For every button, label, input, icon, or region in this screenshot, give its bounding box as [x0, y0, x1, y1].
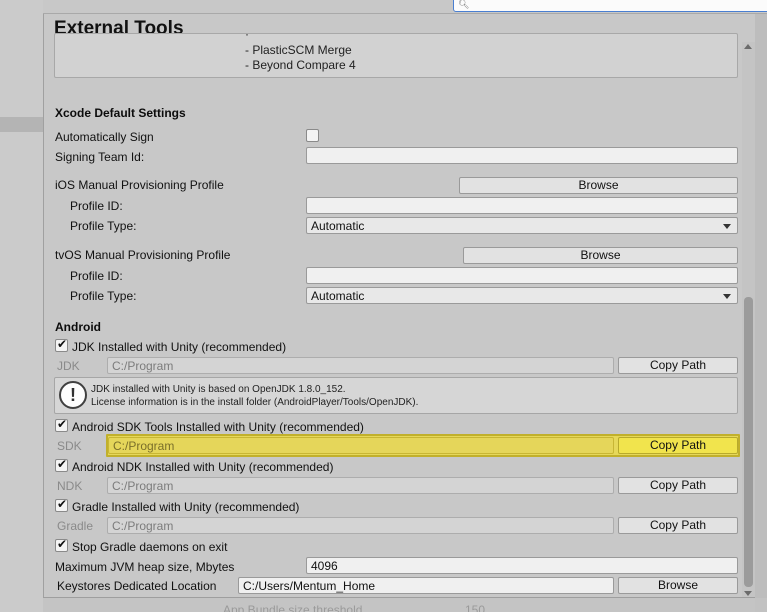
jdk-checkbox[interactable]: ✔: [55, 337, 68, 352]
tvos-profile-type-dropdown[interactable]: Automatic: [306, 287, 738, 304]
tvos-browse-button[interactable]: Browse: [463, 247, 738, 264]
selected-list-item[interactable]: [0, 117, 43, 132]
tvos-profile-type-value: Automatic: [311, 289, 365, 303]
team-id-label: Signing Team Id:: [55, 150, 145, 164]
keystore-label: Keystores Dedicated Location: [57, 579, 217, 593]
jvm-heap-label: Maximum JVM heap size, Mbytes: [55, 560, 235, 574]
android-section-header: Android: [55, 320, 101, 334]
search-input[interactable]: 🔍︎: [453, 0, 767, 12]
background-hint-label: App Bundle size threshold: [223, 603, 363, 612]
auto-sign-checkbox[interactable]: [306, 129, 319, 142]
jdk-field-label: JDK: [57, 359, 80, 373]
merge-tool-line: - PlasticSCM Merge: [245, 43, 352, 57]
ios-profile-label: iOS Manual Provisioning Profile: [55, 178, 224, 192]
xcode-section-header: Xcode Default Settings: [55, 106, 186, 120]
checkmark-icon: ✔: [57, 337, 68, 351]
ndk-copy-path-button[interactable]: Copy Path: [618, 477, 738, 494]
sdk-checkbox[interactable]: ✔: [55, 417, 68, 432]
left-panel: [0, 0, 43, 612]
keystore-browse-button[interactable]: Browse: [618, 577, 738, 594]
ndk-path-field: C:/Program Files/Unity/Hub/Editor/2019.4…: [107, 477, 614, 494]
ios-profile-type-label: Profile Type:: [70, 219, 137, 233]
stop-gradle-label: Stop Gradle daemons on exit: [72, 540, 228, 554]
tvos-profile-label: tvOS Manual Provisioning Profile: [55, 248, 231, 262]
team-id-field[interactable]: [306, 147, 738, 164]
merge-tool-line: - Beyond Compare 4: [245, 58, 356, 72]
tvos-profile-id-label: Profile ID:: [70, 269, 123, 283]
external-tools-window: External Tools · - PlasticSCM Merge - Be…: [43, 14, 755, 598]
sdk-field-label: SDK: [57, 439, 82, 453]
vertical-scrollbar[interactable]: [742, 42, 755, 598]
stop-gradle-checkbox[interactable]: ✔: [55, 537, 68, 552]
sdk-copy-path-button[interactable]: Copy Path: [618, 437, 738, 454]
ios-profile-id-field[interactable]: [306, 197, 738, 214]
checkmark-icon: ✔: [57, 457, 68, 471]
auto-sign-label: Automatically Sign: [55, 130, 154, 144]
search-icon: 🔍︎: [458, 0, 470, 9]
gradle-path-field: C:/Program Files/Unity/Hub/Editor/2019.4…: [107, 517, 614, 534]
tvos-profile-type-label: Profile Type:: [70, 289, 137, 303]
jdk-checkbox-label: JDK Installed with Unity (recommended): [72, 340, 287, 354]
warning-icon: !: [59, 381, 87, 409]
checkmark-icon: ✔: [57, 497, 68, 511]
right-gutter: [755, 14, 767, 598]
ios-profile-type-value: Automatic: [311, 219, 365, 233]
jdk-info-line-1: JDK installed with Unity is based on Ope…: [91, 384, 346, 395]
chevron-down-icon: [723, 294, 731, 299]
checkmark-icon: ✔: [57, 417, 68, 431]
top-toolbar: 🔍︎: [43, 0, 767, 14]
jvm-heap-field[interactable]: 4096: [306, 557, 738, 574]
scroll-up-arrow-icon[interactable]: [744, 44, 752, 49]
gradle-checkbox[interactable]: ✔: [55, 497, 68, 512]
jdk-copy-path-button[interactable]: Copy Path: [618, 357, 738, 374]
ios-profile-type-dropdown[interactable]: Automatic: [306, 217, 738, 234]
scroll-down-arrow-icon[interactable]: [744, 591, 752, 596]
tvos-profile-id-field[interactable]: [306, 267, 738, 284]
ndk-field-label: NDK: [57, 479, 83, 493]
gradle-field-label: Gradle: [57, 519, 94, 533]
ios-browse-button[interactable]: Browse: [459, 177, 738, 194]
gradle-checkbox-label: Gradle Installed with Unity (recommended…: [72, 500, 300, 514]
ndk-checkbox[interactable]: ✔: [55, 457, 68, 472]
sdk-path-field: C:/Program Files/Unity/Hub/Editor/2019.4…: [108, 437, 614, 454]
gradle-copy-path-button[interactable]: Copy Path: [618, 517, 738, 534]
scrollbar-thumb[interactable]: [744, 297, 753, 587]
keystore-path-field[interactable]: C:/Users/Mentum_Home: [238, 577, 614, 594]
background-hint-value: 150: [465, 603, 486, 612]
sdk-checkbox-label: Android SDK Tools Installed with Unity (…: [72, 420, 364, 434]
ndk-checkbox-label: Android NDK Installed with Unity (recomm…: [72, 460, 334, 474]
jdk-info-line-2: License information is in the install fo…: [91, 397, 419, 408]
jdk-path-field: C:/Program Files/Unity/Hub/Editor/2019.4…: [107, 357, 614, 374]
merge-tools-clipped-line: ·: [245, 33, 249, 41]
ios-profile-id-label: Profile ID:: [70, 199, 123, 213]
merge-tools-info-box: · - PlasticSCM Merge - Beyond Compare 4: [54, 33, 738, 78]
checkmark-icon: ✔: [57, 537, 68, 551]
jdk-info-box: ! JDK installed with Unity is based on O…: [54, 377, 738, 414]
background-panel-peek: App Bundle size threshold 150: [43, 597, 755, 612]
chevron-down-icon: [723, 224, 731, 229]
